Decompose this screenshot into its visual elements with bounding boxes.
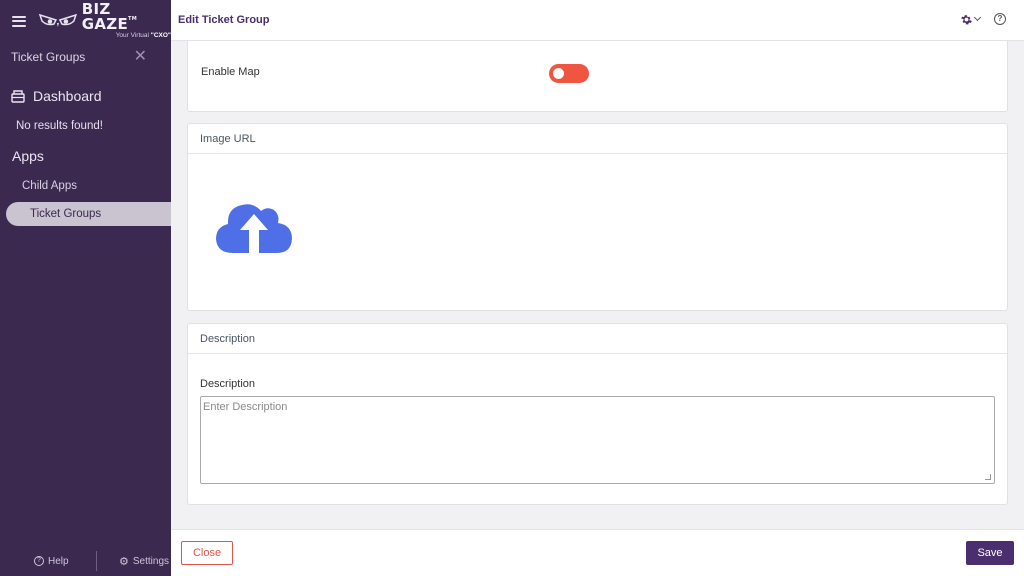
brand-name: BIZ GAZE: [81, 0, 129, 34]
cloud-upload-icon[interactable]: [215, 196, 293, 254]
gear-icon: [961, 14, 972, 24]
brand: BIZ GAZETM Your Virtual "CXO": [82, 2, 171, 40]
close-icon[interactable]: ✕: [134, 49, 147, 65]
settings-dropdown[interactable]: [961, 13, 982, 25]
settings-gear-icon: ⚙: [119, 555, 129, 568]
no-results-message: No results found!: [16, 120, 103, 132]
description-label: Description: [200, 378, 256, 390]
dashboard-icon: [11, 90, 25, 103]
description-heading: Description: [188, 324, 1007, 354]
module-header: Ticket Groups ✕: [0, 42, 171, 72]
module-title: Ticket Groups: [11, 50, 86, 64]
help-icon: ?: [34, 556, 44, 566]
settings-link[interactable]: ⚙ Settings: [97, 555, 169, 568]
image-url-heading: Image URL: [188, 124, 1007, 154]
hamburger-menu-icon[interactable]: [12, 15, 26, 27]
sidebar: BIZ GAZETM Your Virtual "CXO" Ticket Gro…: [0, 0, 171, 576]
description-card: Description Description: [187, 323, 1008, 505]
toggle-knob: [553, 68, 564, 79]
sidebar-item-dashboard[interactable]: Dashboard: [0, 84, 171, 108]
logo-row: BIZ GAZETM Your Virtual "CXO": [0, 0, 171, 42]
sidebar-footer: ? Help ⚙ Settings: [0, 546, 171, 576]
save-button[interactable]: Save: [966, 541, 1014, 565]
enable-map-card: Enable Map: [187, 41, 1008, 112]
dashboard-label: Dashboard: [33, 88, 102, 104]
description-textarea[interactable]: [200, 396, 995, 484]
help-circle-icon[interactable]: ?: [994, 13, 1006, 25]
apps-heading: Apps: [12, 148, 44, 164]
sidebar-item-child-apps[interactable]: Child Apps: [0, 174, 171, 198]
top-actions: ?: [961, 13, 1006, 25]
brand-tagline: Your Virtual "CXO": [115, 32, 171, 40]
owl-eyes-logo: [38, 13, 77, 27]
image-url-card: Image URL: [187, 123, 1008, 311]
settings-label: Settings: [132, 555, 170, 567]
resize-handle[interactable]: [985, 474, 991, 480]
sidebar-item-ticket-groups[interactable]: Ticket Groups: [6, 202, 171, 226]
top-bar: Edit Ticket Group ?: [171, 0, 1024, 41]
enable-map-label: Enable Map: [201, 66, 260, 78]
brand-tm: TM: [128, 16, 138, 23]
form-footer: Close Save: [171, 529, 1024, 576]
help-label: Help: [48, 555, 69, 567]
close-button[interactable]: Close: [181, 541, 233, 565]
help-link[interactable]: ? Help: [0, 556, 96, 567]
chevron-down-icon: [973, 13, 982, 22]
enable-map-toggle[interactable]: [549, 64, 589, 83]
page-title: Edit Ticket Group: [178, 14, 270, 26]
